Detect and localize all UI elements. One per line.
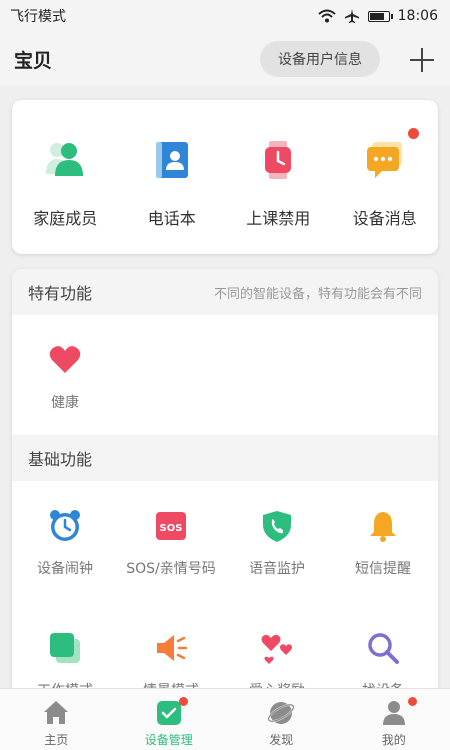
family-members-label: 家庭成员 [33,209,98,228]
hearts-reward-icon [260,631,294,665]
alarm-clock-label: 设备闹钟 [37,561,93,577]
quick-actions-card: 家庭成员 电话本 上课禁用 设备消息 [12,100,438,254]
voice-monitor-label: 语音监护 [249,561,305,577]
health-button[interactable]: 健康 [12,343,118,412]
sms-reminder-label: 短信提醒 [355,561,411,577]
airplane-icon [344,8,360,24]
airplane-mode-text: 飞行模式 [10,9,66,25]
functions-card: 特有功能 不同的智能设备，特有功能会有不同 健康 基础功能 设备闹钟 SOS S… [12,269,438,699]
tab-device-manage[interactable]: 设备管理 [113,689,226,750]
class-disable-icon [258,140,298,180]
svg-text:SOS: SOS [160,523,183,534]
special-functions-grid: 健康 [12,315,438,435]
home-icon [42,699,70,727]
speaker-icon [154,631,188,665]
basic-section-header: 基础功能 [12,435,438,481]
add-icon[interactable] [408,46,436,74]
class-disable-label: 上课禁用 [246,209,311,228]
bottom-tab-bar: 主页 设备管理 发现 我的 [0,688,450,750]
page-title: 宝贝 [14,49,53,72]
tab-home[interactable]: 主页 [0,689,113,750]
device-message-button[interactable]: 设备消息 [332,100,439,254]
alarm-clock-icon [48,509,82,543]
sos-label: SOS/亲情号码 [126,561,216,577]
basic-section-title: 基础功能 [28,450,93,469]
tab-discover-label: 发现 [269,733,294,747]
family-members-button[interactable]: 家庭成员 [12,100,119,254]
clock-time: 18:06 [397,8,438,24]
tab-discover[interactable]: 发现 [225,689,338,750]
sos-icon: SOS [154,509,188,543]
work-mode-icon [48,631,82,665]
health-label: 健康 [51,395,79,411]
bell-icon [366,509,400,543]
tab-home-label: 主页 [44,733,69,747]
tab-profile[interactable]: 我的 [338,689,450,750]
family-members-icon [45,140,85,180]
search-icon [366,631,400,665]
basic-functions-grid: 设备闹钟 SOS SOS/亲情号码 语音监护 短信提醒 [12,481,438,699]
tab-profile-label: 我的 [381,733,406,747]
battery-icon [367,10,393,22]
phonebook-icon [152,140,192,180]
profile-icon [380,699,408,727]
app-header: 宝贝 设备用户信息 [0,32,450,86]
phonebook-button[interactable]: 电话本 [119,100,226,254]
device-message-icon [365,140,405,180]
profile-badge [407,697,417,706]
heart-icon [48,343,82,377]
special-section-note: 不同的智能设备，特有功能会有不同 [213,286,422,302]
message-badge [407,128,419,139]
class-disable-button[interactable]: 上课禁用 [225,100,332,254]
discover-icon [267,699,295,727]
alarm-clock-button[interactable]: 设备闹钟 [12,509,118,578]
sos-button[interactable]: SOS SOS/亲情号码 [118,509,224,578]
device-manage-badge [178,697,188,706]
voice-monitor-icon [260,509,294,543]
wifi-icon [317,9,336,23]
phonebook-label: 电话本 [147,209,196,228]
status-icons: 18:06 [317,8,438,24]
tab-device-manage-label: 设备管理 [144,733,193,747]
voice-monitor-button[interactable]: 语音监护 [224,509,330,578]
device-user-info-button[interactable]: 设备用户信息 [260,41,380,77]
sms-reminder-button[interactable]: 短信提醒 [330,509,436,578]
status-bar: 飞行模式 18:06 [0,0,450,32]
special-section-title: 特有功能 [28,284,93,303]
special-section-header: 特有功能 不同的智能设备，特有功能会有不同 [12,269,438,315]
device-message-label: 设备消息 [352,209,417,228]
